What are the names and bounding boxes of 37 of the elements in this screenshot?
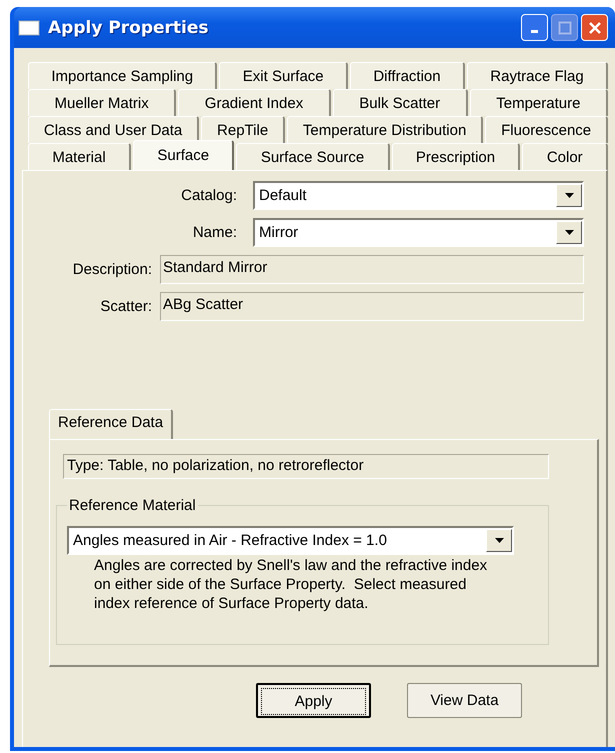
tab[interactable]: Exit Surface (219, 62, 348, 89)
tab[interactable]: Raytrace Flag (466, 62, 608, 89)
tab[interactable]: Surface Source (236, 143, 390, 170)
dropdown[interactable]: Angles measured in Air - Refractive Index = 1.0 (67, 526, 514, 555)
minimize-button[interactable] (521, 14, 548, 41)
push-button[interactable]: Apply (256, 683, 371, 718)
tab[interactable]: Diffraction (350, 62, 465, 89)
readonly-field: Type: Table, no polarization, no retroreflector (63, 454, 549, 479)
readonly-field: ABg Scatter (160, 292, 584, 321)
description-text: Angles are corrected by Snell's law and the refractive index on either side of the Surface Property. Select measured index reference of Surface Property data. (94, 557, 488, 614)
tab[interactable]: Material (28, 143, 132, 170)
tab[interactable]: Surface (133, 140, 234, 170)
field-label: Catalog: (180, 187, 237, 204)
tab[interactable]: Mueller Matrix (28, 89, 176, 116)
tab[interactable]: Importance Sampling (28, 62, 218, 89)
tab[interactable]: Temperature (470, 89, 608, 116)
tab[interactable]: Color (522, 143, 608, 170)
dropdown[interactable]: Default (253, 181, 584, 210)
tab[interactable]: Temperature Distribution (287, 116, 484, 143)
tab[interactable]: Prescription (392, 143, 520, 170)
field-label: Scatter: (99, 298, 152, 315)
tab[interactable]: Class and User Data (28, 116, 200, 143)
tab[interactable]: Reference Data (49, 409, 174, 439)
close-button[interactable] (581, 14, 608, 41)
field-label: Description: (72, 261, 152, 278)
window-icon (18, 20, 40, 36)
dropdown[interactable]: Mirror (253, 218, 584, 247)
close-icon[interactable] (588, 20, 602, 34)
field-label: Name: (192, 224, 237, 241)
tab[interactable]: Gradient Index (178, 89, 331, 116)
tab[interactable]: Bulk Scatter (332, 89, 468, 116)
tab[interactable]: Fluorescence (485, 116, 608, 143)
tab[interactable]: RepTile (201, 116, 286, 143)
readonly-field: Standard Mirror (160, 255, 584, 284)
push-button[interactable]: View Data (407, 683, 522, 718)
window-title: Apply Properties (48, 18, 209, 38)
group-title: Reference Material (68, 497, 197, 514)
